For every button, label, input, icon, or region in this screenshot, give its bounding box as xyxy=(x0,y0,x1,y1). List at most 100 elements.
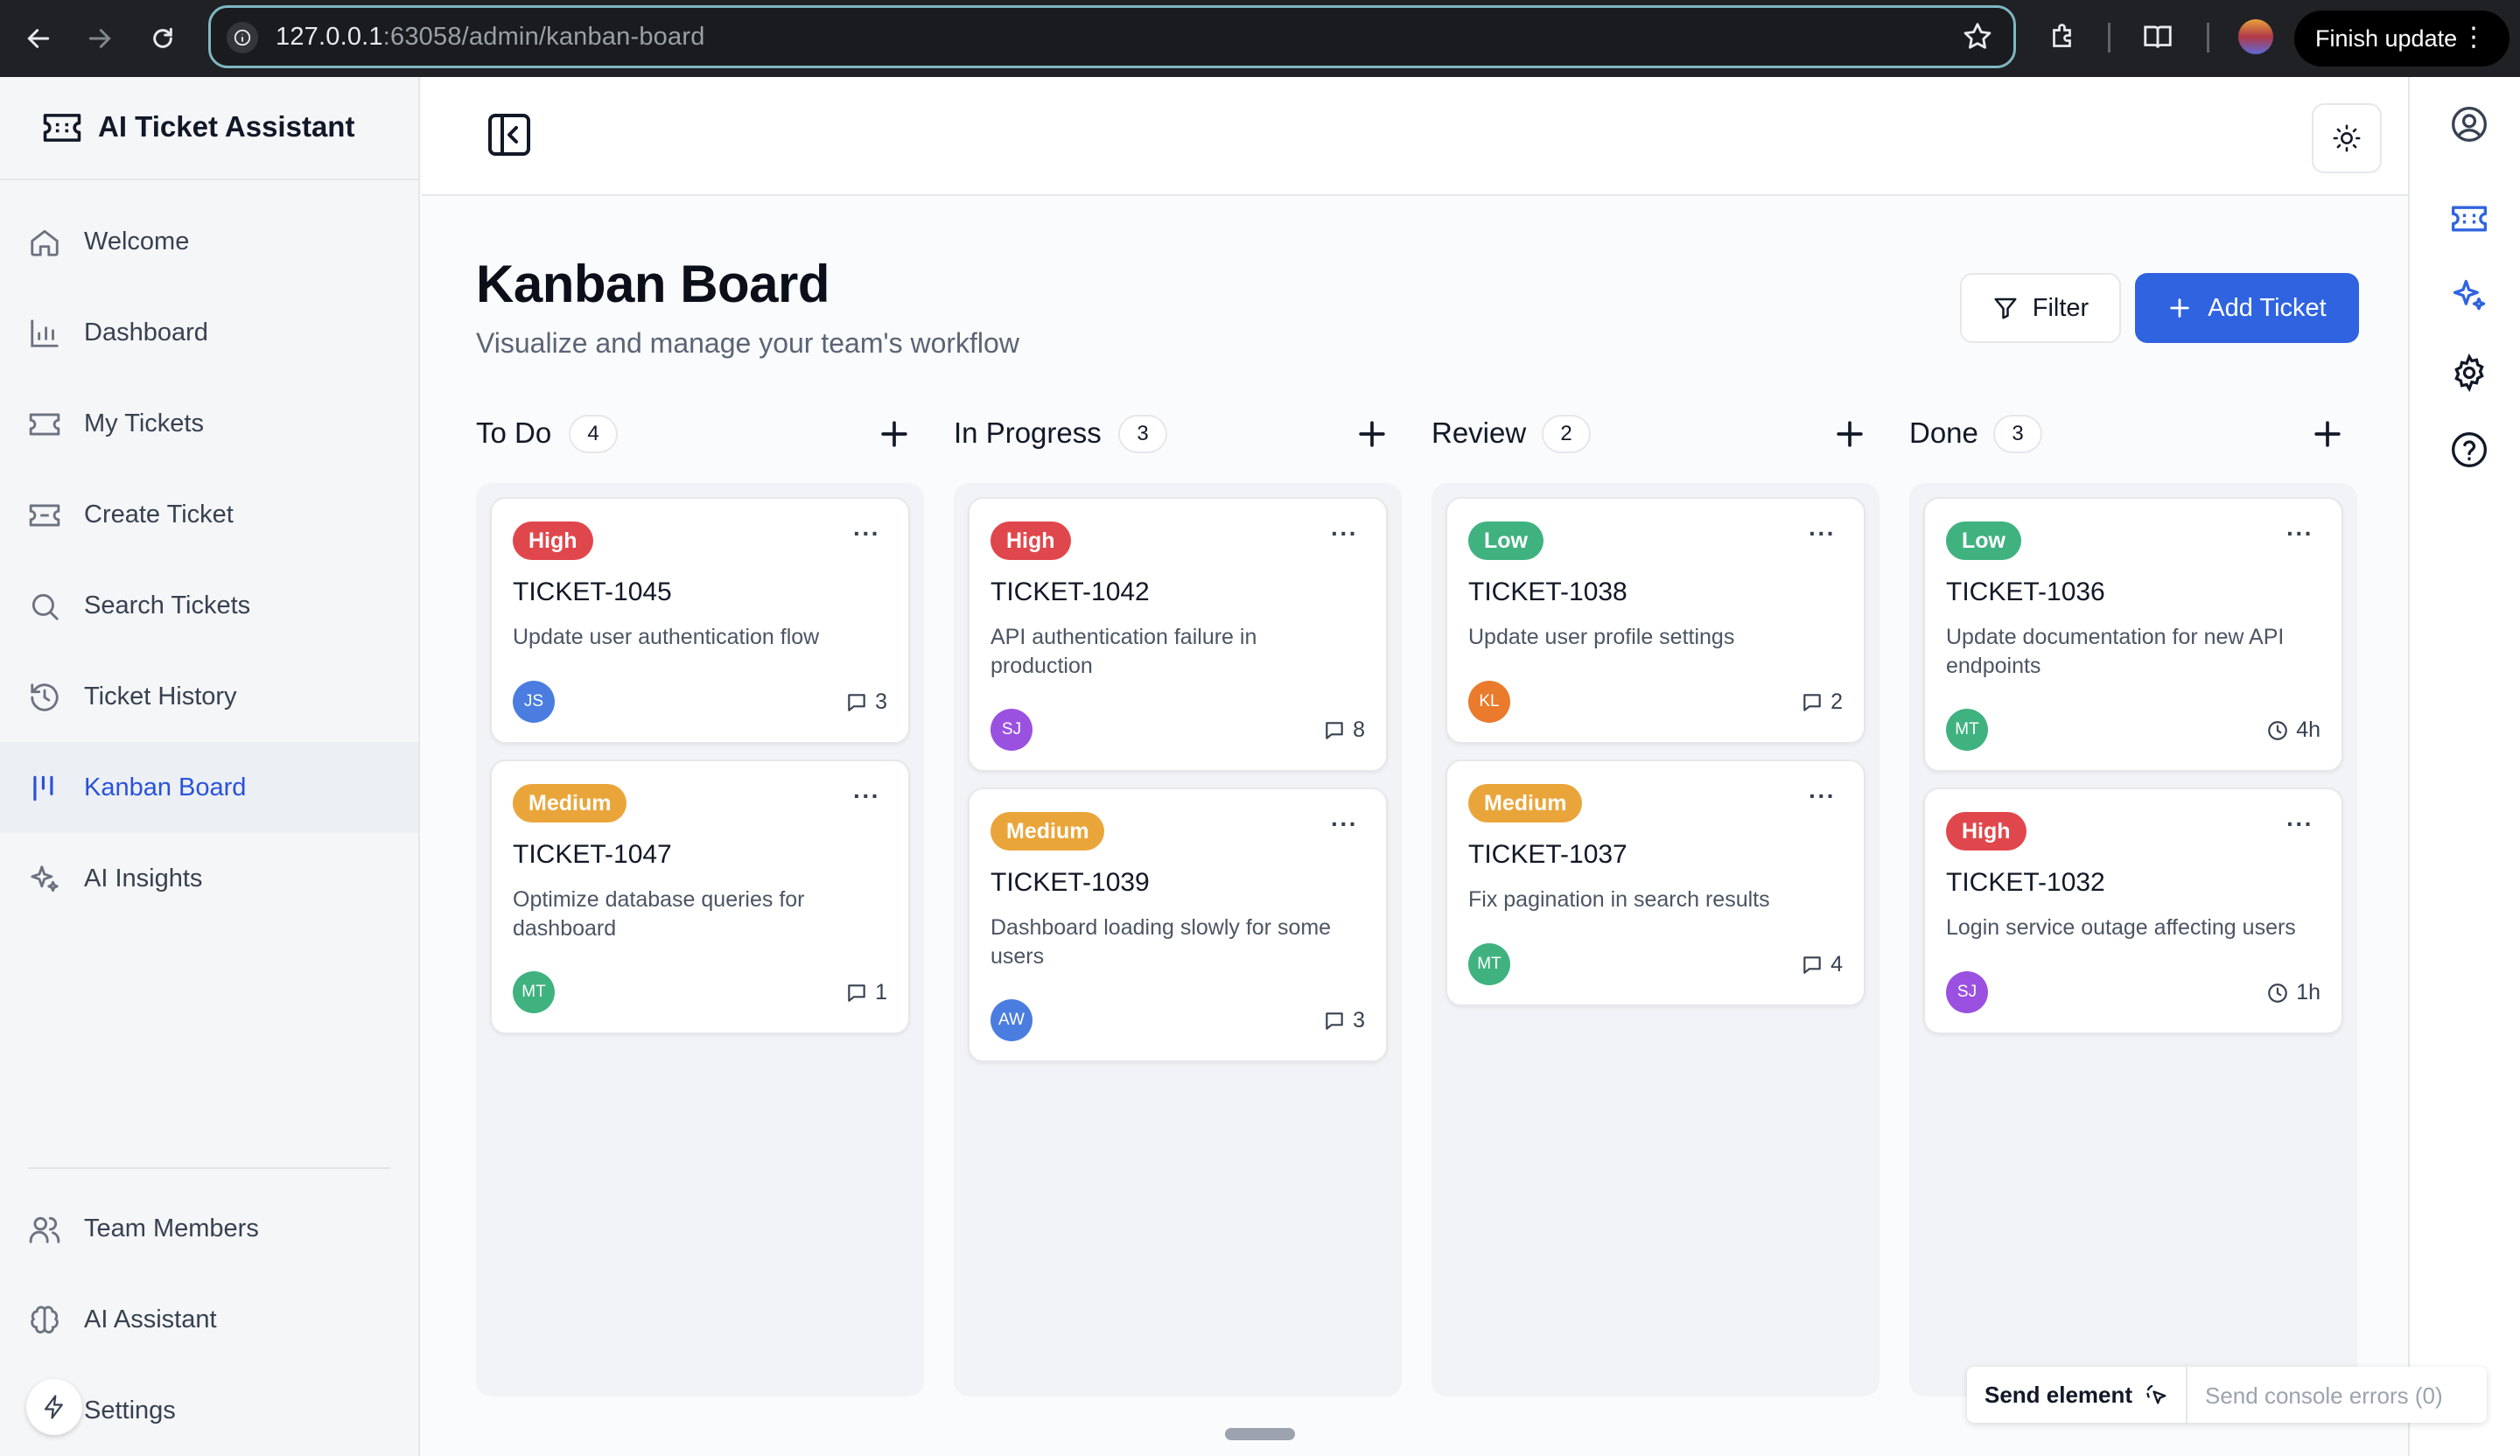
card-menu-icon[interactable]: ··· xyxy=(1809,520,1836,548)
forward-icon[interactable] xyxy=(77,16,122,61)
column-done: Low ··· TICKET-1036 Update documentation… xyxy=(1909,483,2357,1396)
ticket-card[interactable]: Medium ··· TICKET-1037 Fix pagination in… xyxy=(1446,760,1866,1006)
ticket-description: Login service outage affecting users xyxy=(1946,915,2296,940)
page-title: Kanban Board xyxy=(476,255,830,313)
time-spent: 1h xyxy=(2266,980,2320,1005)
toolbar-separator xyxy=(2108,23,2110,52)
brain-icon xyxy=(31,1306,59,1334)
profile-avatar[interactable] xyxy=(2238,19,2273,54)
card-menu-icon[interactable]: ··· xyxy=(1331,810,1358,838)
priority-badge: Low xyxy=(1468,522,1544,560)
finish-update-button[interactable]: Finish update ⋮ xyxy=(2294,10,2510,66)
comment-icon xyxy=(1326,1012,1343,1030)
filter-icon xyxy=(1994,298,2017,319)
sparkles-icon xyxy=(31,865,59,892)
card-menu-icon[interactable]: ··· xyxy=(1331,520,1358,548)
clock-icon xyxy=(2268,720,2288,740)
add-card-plus-icon[interactable] xyxy=(1353,415,1391,453)
sparkles-icon[interactable] xyxy=(2450,276,2488,315)
extensions-icon[interactable] xyxy=(2044,18,2082,56)
ticket-card[interactable]: Medium ··· TICKET-1047 Optimize database… xyxy=(490,760,910,1034)
comment-count: 2 xyxy=(1801,690,1843,715)
bolt-icon[interactable] xyxy=(26,1379,82,1435)
priority-badge: Medium xyxy=(513,784,627,822)
ticket-card[interactable]: High ··· TICKET-1042 API authentication … xyxy=(968,497,1388,772)
ticket-description: Dashboard loading slowly for some users xyxy=(990,915,1332,969)
toolbar-separator xyxy=(2207,23,2209,52)
sidebar-item-label: AI Insights xyxy=(84,864,203,892)
ticket-card[interactable]: Low ··· TICKET-1038 Update user profile … xyxy=(1446,497,1866,744)
card-menu-icon[interactable]: ··· xyxy=(2286,810,2314,838)
comment-count: 8 xyxy=(1323,718,1365,743)
ticket-id: TICKET-1038 xyxy=(1468,578,1628,606)
help-icon[interactable] xyxy=(2450,430,2488,469)
ticket-card[interactable]: Low ··· TICKET-1036 Update documentation… xyxy=(1923,497,2343,772)
back-icon[interactable] xyxy=(16,16,61,61)
ticket-icon[interactable] xyxy=(2450,200,2488,238)
reload-icon[interactable] xyxy=(140,16,186,61)
user-circle-icon[interactable] xyxy=(2450,105,2488,144)
comment-icon xyxy=(1803,693,1821,711)
card-menu-icon[interactable]: ··· xyxy=(853,782,880,810)
sidebar-item-ticket-history[interactable]: Ticket History xyxy=(0,651,418,742)
url-text: 127.0.0.1:63058/admin/kanban-board xyxy=(276,23,705,51)
sidebar-item-ai-insights[interactable]: AI Insights xyxy=(0,833,418,924)
sidebar-item-ai-assistant[interactable]: AI Assistant xyxy=(0,1274,418,1365)
avatar: JS xyxy=(513,681,555,723)
more-menu-icon[interactable]: ⋮ xyxy=(2460,24,2487,51)
comment-count: 3 xyxy=(845,690,887,715)
ticket-logo-icon xyxy=(43,114,81,142)
plus-icon xyxy=(2170,298,2190,318)
clock-icon xyxy=(2268,983,2288,1003)
send-element-button[interactable]: Send element xyxy=(1967,1367,2188,1423)
sidebar-item-my-tickets[interactable]: My Tickets xyxy=(0,378,418,469)
sidebar-item-welcome[interactable]: Welcome xyxy=(0,196,418,287)
devtools-send-bar: Send element Send console errors (0) xyxy=(1967,1367,2487,1423)
priority-badge: Medium xyxy=(990,812,1105,850)
sidebar-item-label: My Tickets xyxy=(84,410,204,438)
ticket-id: TICKET-1036 xyxy=(1946,578,2105,606)
theme-toggle-button[interactable] xyxy=(2312,103,2382,173)
sidebar-item-kanban-board[interactable]: Kanban Board xyxy=(0,742,418,833)
address-bar[interactable]: 127.0.0.1:63058/admin/kanban-board xyxy=(208,5,2016,68)
time-spent: 4h xyxy=(2266,718,2320,743)
column-count-badge: 2 xyxy=(1542,415,1591,453)
ticket-id: TICKET-1042 xyxy=(990,578,1150,606)
sidebar-item-create-ticket[interactable]: Create Ticket xyxy=(0,469,418,560)
column-title: Done xyxy=(1909,416,1978,449)
collapse-sidebar-icon[interactable] xyxy=(485,110,534,159)
comment-count: 4 xyxy=(1801,952,1843,977)
priority-badge: Low xyxy=(1946,522,2021,560)
ticket-card[interactable]: High ··· TICKET-1045 Update user authent… xyxy=(490,497,910,744)
add-ticket-button[interactable]: Add Ticket xyxy=(2135,273,2359,343)
column-count-badge: 3 xyxy=(1993,415,2042,453)
ticket-description: Optimize database queries for dashboard xyxy=(513,887,805,941)
sidebar-item-label: Dashboard xyxy=(84,318,208,346)
sidebar-item-team-members[interactable]: Team Members xyxy=(0,1183,418,1274)
gear-icon[interactable] xyxy=(2450,354,2488,392)
page-subtitle: Visualize and manage your team's workflo… xyxy=(476,327,1019,359)
add-card-plus-icon[interactable] xyxy=(2308,415,2347,453)
search-icon xyxy=(32,593,59,620)
bookmark-star-icon[interactable] xyxy=(1961,20,1994,58)
scroll-handle[interactable] xyxy=(1225,1428,1295,1440)
sidebar-item-label: Welcome xyxy=(84,228,190,256)
card-menu-icon[interactable]: ··· xyxy=(2286,520,2314,548)
history-icon xyxy=(31,683,59,711)
ticket-description: Fix pagination in search results xyxy=(1468,887,1770,912)
card-menu-icon[interactable]: ··· xyxy=(853,520,880,548)
priority-badge: Medium xyxy=(1468,784,1583,822)
reading-mode-icon[interactable] xyxy=(2138,18,2177,56)
ticket-card[interactable]: High ··· TICKET-1032 Login service outag… xyxy=(1923,788,2343,1034)
filter-button[interactable]: Filter xyxy=(1960,273,2121,343)
sidebar-item-label: Create Ticket xyxy=(84,500,234,528)
sidebar-item-dashboard[interactable]: Dashboard xyxy=(0,287,418,378)
send-console-errors-button[interactable]: Send console errors (0) xyxy=(2205,1382,2443,1410)
ticket-card[interactable]: Medium ··· TICKET-1039 Dashboard loading… xyxy=(968,788,1388,1062)
add-card-plus-icon[interactable] xyxy=(1830,415,1869,453)
card-menu-icon[interactable]: ··· xyxy=(1809,782,1836,810)
priority-badge: High xyxy=(990,522,1071,560)
site-info-icon[interactable] xyxy=(227,22,258,53)
add-card-plus-icon[interactable] xyxy=(875,415,914,453)
sidebar-item-search-tickets[interactable]: Search Tickets xyxy=(0,560,418,651)
